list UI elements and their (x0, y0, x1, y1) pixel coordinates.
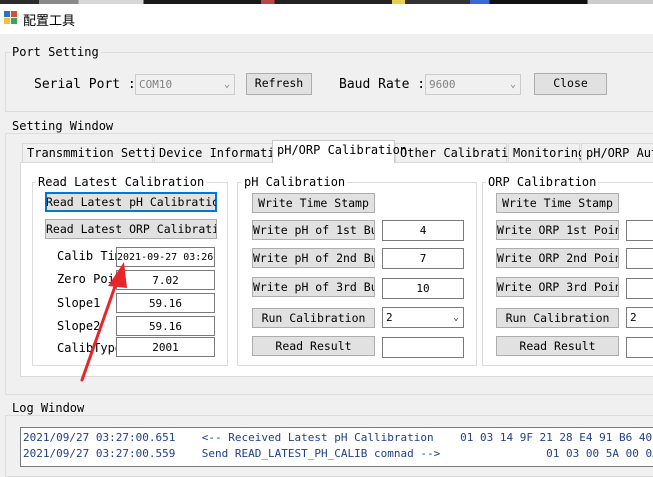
baud-rate-label: Baud Rate : (339, 77, 426, 92)
ph-run-calibration-value: 2 (386, 311, 393, 324)
ph-run-calibration-button[interactable]: Run Calibration (252, 308, 375, 328)
serial-port-value: COM10 (139, 78, 173, 91)
write-orp-1st-point-button[interactable]: Write ORP 1st Poin (496, 220, 619, 240)
ph-read-result-button[interactable]: Read Result (252, 336, 375, 356)
background-strip (0, 0, 653, 4)
close-button[interactable]: Close (534, 73, 607, 95)
ph-1st-buffer-field[interactable]: 4 (382, 220, 464, 241)
read-latest-ph-button[interactable]: Read Latest pH Calibratio (45, 192, 217, 212)
calib-time-field[interactable]: 2021-09-27 03:26:25 (116, 247, 215, 267)
orp-result-field[interactable] (626, 337, 653, 358)
orp-3rd-point-field[interactable] (626, 278, 653, 299)
slope2-field[interactable]: 59.16 (116, 316, 215, 336)
chevron-down-icon: ⌄ (452, 312, 459, 323)
log-window-label: Log Window (10, 401, 87, 415)
log-line: 2021/09/27 03:27:00.651 <-- Received Lat… (23, 431, 653, 444)
write-ph-3rd-buffer-button[interactable]: Write pH of 3rd Bu (252, 277, 375, 297)
baud-rate-select[interactable]: 9600 ⌄ (425, 74, 521, 95)
title-bar (0, 0, 653, 34)
tab-ph-orp-auto[interactable]: pH/ORP Auto (581, 143, 653, 162)
refresh-button[interactable]: Refresh (246, 73, 312, 95)
port-setting-label: Port Setting (10, 45, 101, 59)
serial-port-select[interactable]: COM10 ⌄ (135, 74, 235, 95)
window-title: 配置工具 (23, 14, 76, 29)
baud-rate-value: 9600 (429, 78, 456, 91)
orp-2nd-point-field[interactable] (626, 248, 653, 269)
orp-run-calibration-select[interactable]: 2 (626, 307, 653, 328)
app-icon (4, 11, 18, 25)
calib-type-field[interactable]: 2001 (116, 337, 215, 357)
tab-ph-orp-calibration[interactable]: pH/ORP Calibration (272, 140, 407, 163)
chevron-down-icon: ⌄ (223, 79, 230, 90)
orp-1st-point-field[interactable] (626, 220, 653, 241)
orp-calibration-label: ORP Calibration (486, 175, 599, 189)
orp-run-calibration-button[interactable]: Run Calibration (496, 308, 619, 328)
write-orp-3rd-point-button[interactable]: Write ORP 3rd Poin (496, 277, 619, 297)
tab-other-calibration[interactable]: Other Calibration (395, 143, 523, 162)
zero-point-field[interactable]: 7.02 (116, 270, 215, 290)
log-line: 2021/09/27 03:27:00.559 Send READ_LATEST… (23, 447, 653, 460)
read-latest-label: Read Latest Calibration (36, 175, 207, 189)
slope1-field[interactable]: 59.16 (116, 293, 215, 313)
tab-transmmition-setting[interactable]: Transmmition Setting (22, 143, 172, 162)
slope2-label: Slope2 (57, 319, 101, 333)
orp-run-calibration-value: 2 (630, 311, 637, 324)
setting-window-label: Setting Window (10, 119, 116, 133)
orp-write-time-stamp-button[interactable]: Write Time Stamp (496, 193, 619, 213)
write-ph-1st-buffer-button[interactable]: Write pH of 1st Bu (252, 220, 375, 240)
ph-run-calibration-select[interactable]: 2 ⌄ (382, 307, 464, 328)
ph-3rd-buffer-field[interactable]: 10 (382, 278, 464, 299)
write-ph-2nd-buffer-button[interactable]: Write pH of 2nd Bu (252, 248, 375, 268)
read-latest-orp-button[interactable]: Read Latest ORP Calibrati (45, 219, 217, 239)
orp-read-result-button[interactable]: Read Result (496, 336, 619, 356)
calib-type-label: CalibType (57, 341, 123, 355)
tab-monitoring[interactable]: Monitoring (508, 143, 585, 162)
log-textbox[interactable]: 2021/09/27 03:27:00.651 <-- Received Lat… (20, 427, 653, 467)
write-orp-2nd-point-button[interactable]: Write ORP 2nd Poin (496, 248, 619, 268)
chevron-down-icon: ⌄ (509, 79, 516, 90)
slope1-label: Slope1 (57, 296, 101, 310)
ph-calibration-label: pH Calibration (242, 175, 348, 189)
tab-device-information[interactable]: Device Information (154, 143, 289, 162)
ph-2nd-buffer-field[interactable]: 7 (382, 248, 464, 269)
serial-port-label: Serial Port : (34, 77, 136, 92)
ph-write-time-stamp-button[interactable]: Write Time Stamp (252, 193, 375, 213)
ph-result-field[interactable] (382, 337, 464, 358)
